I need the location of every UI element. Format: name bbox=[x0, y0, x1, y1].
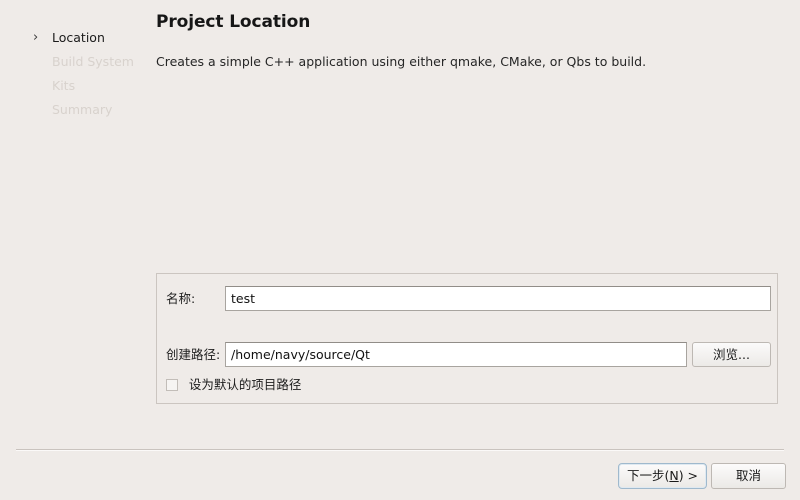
dialog-footer: 下一步(N) > 取消 bbox=[0, 460, 800, 492]
browse-button[interactable]: 浏览... bbox=[692, 342, 771, 367]
next-button-text-before: 下一步( bbox=[626, 468, 670, 483]
name-label: 名称: bbox=[166, 291, 196, 306]
sidebar-item-kits[interactable]: Kits bbox=[0, 74, 150, 98]
create-path-label: 创建路径: bbox=[166, 347, 221, 362]
sidebar-item-label: Summary bbox=[52, 102, 113, 117]
page-title: Project Location bbox=[156, 12, 311, 32]
sidebar-item-summary[interactable]: Summary bbox=[0, 98, 150, 122]
project-name-input[interactable] bbox=[225, 286, 771, 311]
checkbox-box-icon[interactable] bbox=[166, 379, 178, 391]
cancel-button[interactable]: 取消 bbox=[711, 463, 786, 489]
sidebar-item-label: Location bbox=[52, 30, 105, 45]
default-path-checkbox-label: 设为默认的项目路径 bbox=[188, 377, 302, 392]
sidebar-item-location[interactable]: › Location bbox=[0, 26, 150, 50]
next-button[interactable]: 下一步(N) > bbox=[618, 463, 707, 489]
sidebar-item-build-system[interactable]: Build System bbox=[0, 50, 150, 74]
sidebar-item-label: Build System bbox=[52, 54, 134, 69]
wizard-sidebar: › Location Build System Kits Summary bbox=[0, 0, 150, 440]
create-path-input[interactable] bbox=[225, 342, 687, 367]
name-row: 名称: bbox=[157, 286, 777, 312]
path-row: 创建路径: 浏览... bbox=[157, 342, 777, 368]
default-path-checkbox[interactable]: 设为默认的项目路径 bbox=[166, 375, 301, 395]
chevron-right-icon: › bbox=[33, 30, 39, 45]
default-path-row: 设为默认的项目路径 bbox=[157, 375, 777, 395]
sidebar-item-label: Kits bbox=[52, 78, 76, 93]
next-button-text-after: ) > bbox=[678, 468, 699, 483]
footer-separator bbox=[16, 449, 784, 451]
page-description: Creates a simple C++ application using e… bbox=[156, 54, 647, 69]
next-button-mnemonic: N bbox=[669, 468, 679, 483]
project-location-groupbox: 名称: 创建路径: 浏览... 设为默认的项目路径 bbox=[156, 273, 778, 404]
